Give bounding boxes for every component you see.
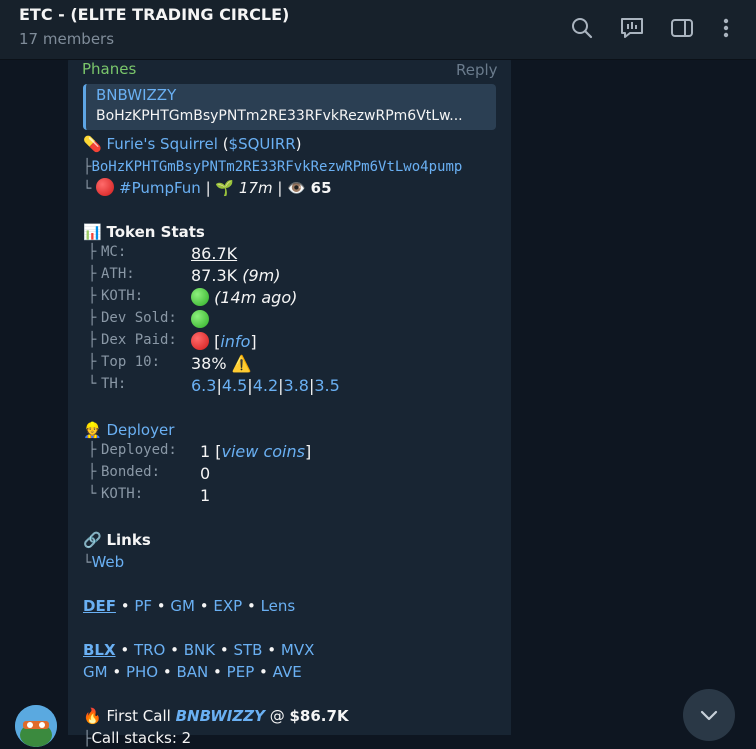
lens-link[interactable]: Lens	[261, 597, 296, 615]
pumpfun-hashtag[interactable]: #PumpFun	[119, 179, 201, 197]
caller-link[interactable]: BNBWIZZY	[176, 707, 265, 725]
view-coins-link[interactable]: view coins	[222, 442, 305, 461]
token-header: 💊 Furie's Squirrel ($SQUIRR)	[83, 135, 302, 153]
green-circle-icon	[191, 310, 209, 328]
fire-icon: 🔥	[83, 707, 102, 725]
reply-button[interactable]: Reply	[456, 61, 498, 79]
stat-row-dev-sold: ├ Dev Sold:	[0, 310, 520, 332]
pill-icon: 💊	[83, 135, 102, 153]
green-circle-icon	[191, 288, 209, 306]
ave-link[interactable]: AVE	[273, 663, 302, 681]
bar-chart-icon: 📊	[83, 223, 102, 241]
red-circle-icon	[96, 178, 115, 196]
th-link-4[interactable]: 3.8	[284, 376, 309, 395]
poll-icon[interactable]	[618, 14, 646, 42]
message-sender[interactable]: Phanes	[82, 60, 136, 78]
mc-value-link[interactable]: 86.7K	[191, 244, 237, 263]
th-link-2[interactable]: 4.5	[222, 376, 247, 395]
deployer-title: 👷 Deployer	[83, 420, 174, 440]
sidebar-toggle-icon[interactable]	[668, 14, 696, 42]
stat-row-top10: ├ Top 10: 38% ⚠️	[88, 354, 252, 373]
scroll-down-button[interactable]	[683, 689, 735, 741]
call-stacks-partial: ├Call stacks: 2	[83, 729, 192, 747]
th-link-5[interactable]: 3.5	[314, 376, 339, 395]
blx-row: BLX • TRO • BNK • STB • MVX	[83, 641, 315, 659]
tro-link[interactable]: TRO	[134, 641, 165, 659]
reply-quote[interactable]: BNBWIZZY BoHzKPHTGmBsyPNTm2RE33RFvkRezwR…	[83, 84, 496, 130]
token-meta-row: └ #PumpFun | 🌱 17m | 👁️ 65	[83, 178, 332, 197]
more-vertical-icon[interactable]	[712, 14, 740, 42]
stat-row-mc: ├ MC: 86.7K	[88, 244, 238, 263]
token-address-link[interactable]: BoHzKPHTGmBsyPNTm2RE33RFvkRezwRPm6VtLwo4…	[91, 159, 462, 175]
quote-author: BNBWIZZY	[96, 86, 177, 104]
deployer-link[interactable]: Deployer	[106, 421, 174, 439]
pho-link[interactable]: PHO	[126, 663, 158, 681]
seedling-icon: 🌱	[215, 179, 235, 197]
bnk-link[interactable]: BNK	[184, 641, 215, 659]
gm-link[interactable]: GM	[170, 597, 195, 615]
token-address-row: ├BoHzKPHTGmBsyPNTm2RE33RFvkRezwRPm6VtLwo…	[83, 159, 463, 175]
gm2-link[interactable]: GM	[83, 663, 108, 681]
stat-row-dex-paid: ├ Dex Paid: [info]	[88, 332, 257, 351]
th-link-3[interactable]: 4.2	[253, 376, 278, 395]
construction-worker-icon: 👷	[83, 421, 102, 439]
pf-link[interactable]: PF	[134, 597, 152, 615]
deployer-row-koth: └ KOTH: 1	[88, 486, 211, 505]
token-stats-title: 📊 Token Stats	[83, 223, 205, 241]
stb-link[interactable]: STB	[234, 641, 263, 659]
ban-link[interactable]: BAN	[177, 663, 209, 681]
member-count: 17 members	[19, 30, 115, 48]
token-views: 65	[310, 179, 332, 197]
links-row: └Web	[83, 553, 125, 571]
web-link[interactable]: Web	[91, 553, 124, 571]
token-name-link[interactable]: Furie's Squirrel	[106, 135, 217, 153]
first-call-row: 🔥 First Call BNBWIZZY @ $86.7K	[83, 707, 349, 725]
link-icon: 🔗	[83, 531, 102, 549]
chat-title[interactable]: ETC - (ELITE TRADING CIRCLE)	[19, 5, 289, 24]
th-link-1[interactable]: 6.3	[191, 376, 216, 395]
stat-row-koth: ├ KOTH: (14m ago)	[88, 288, 298, 307]
blx-link[interactable]: BLX	[83, 641, 116, 659]
red-circle-icon	[191, 332, 209, 350]
search-icon[interactable]	[568, 14, 596, 42]
def-link[interactable]: DEF	[83, 597, 116, 615]
deployer-row-deployed: ├ Deployed: 1 [view coins]	[88, 442, 312, 461]
pep-link[interactable]: PEP	[227, 663, 255, 681]
chevron-down-icon	[700, 710, 718, 721]
warning-icon: ⚠️	[231, 354, 252, 373]
stat-row-ath: ├ ATH: 87.3K (9m)	[88, 266, 281, 285]
token-age: 17m	[238, 179, 273, 197]
token-ticker-link[interactable]: $SQUIRR	[229, 135, 296, 153]
links-title: 🔗 Links	[83, 531, 151, 549]
quote-text: BoHzKPHTGmBsyPNTm2RE33RFvkRezwRPm6VtLw..…	[96, 108, 463, 124]
stat-row-th: └ TH: 6.3|4.5|4.2|3.8|3.5	[88, 376, 340, 395]
avatar[interactable]	[15, 705, 57, 747]
gm-row: GM • PHO • BAN • PEP • AVE	[83, 663, 302, 681]
mvx-link[interactable]: MVX	[281, 641, 314, 659]
eye-icon: 👁️	[287, 179, 306, 197]
deployer-row-bonded: ├ Bonded: 0	[88, 464, 211, 483]
dex-info-link[interactable]: info	[220, 332, 250, 351]
exp-link[interactable]: EXP	[213, 597, 242, 615]
def-row: DEF • PF • GM • EXP • Lens	[83, 597, 296, 615]
chat-header[interactable]: ETC - (ELITE TRADING CIRCLE) 17 members	[0, 0, 756, 60]
